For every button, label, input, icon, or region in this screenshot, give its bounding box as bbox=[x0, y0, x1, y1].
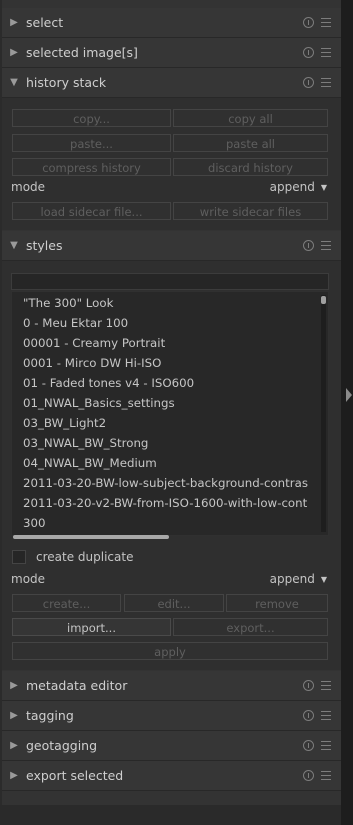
list-item[interactable]: 03_NWAL_BW_Strong bbox=[23, 436, 148, 450]
styles-list-vscroll[interactable] bbox=[321, 295, 326, 532]
presets-menu-icon[interactable] bbox=[317, 679, 334, 692]
history-mode-value: append bbox=[269, 180, 315, 194]
lighttable-right-panel: ▶ select ▶ selected image[s] ▼ history s… bbox=[2, 0, 341, 805]
section-tagging-title: tagging bbox=[26, 708, 74, 723]
create-duplicate-checkbox[interactable] bbox=[12, 550, 26, 564]
reset-icon[interactable] bbox=[300, 739, 317, 753]
reset-icon[interactable] bbox=[300, 76, 317, 90]
collapsed-triangle-icon: ▶ bbox=[10, 680, 18, 691]
presets-menu-icon[interactable] bbox=[317, 239, 334, 252]
styles-list-vscroll-thumb[interactable] bbox=[321, 296, 326, 304]
create-duplicate-label: create duplicate bbox=[36, 550, 134, 564]
styles-mode-dropdown[interactable]: append ▼ bbox=[270, 572, 327, 586]
bottom-strip bbox=[0, 805, 341, 825]
list-item[interactable]: 2011-03-20-BW-low-subject-background-con… bbox=[23, 476, 308, 490]
section-history-stack-header[interactable]: ▼ history stack bbox=[2, 68, 341, 98]
collapsed-triangle-icon: ▶ bbox=[10, 740, 18, 751]
copy-all-button[interactable]: copy all bbox=[173, 109, 328, 127]
collapse-panel-arrow-icon[interactable] bbox=[346, 388, 352, 402]
expanded-triangle-icon: ▼ bbox=[10, 77, 18, 88]
styles-mode-label: mode bbox=[11, 572, 46, 586]
section-tagging-header[interactable]: ▶ tagging bbox=[2, 701, 341, 731]
section-select-header[interactable]: ▶ select bbox=[2, 8, 341, 38]
list-item[interactable]: 03_BW_Light2 bbox=[23, 416, 106, 430]
edit-style-button[interactable]: edit... bbox=[124, 594, 224, 612]
presets-menu-icon[interactable] bbox=[317, 46, 334, 59]
reset-icon[interactable] bbox=[300, 239, 317, 253]
section-export-selected-header[interactable]: ▶ export selected bbox=[2, 761, 341, 791]
list-item[interactable]: "The 300" Look bbox=[23, 296, 113, 310]
reset-icon[interactable] bbox=[300, 46, 317, 60]
copy-button[interactable]: copy... bbox=[12, 109, 171, 127]
expanded-triangle-icon: ▼ bbox=[10, 240, 18, 251]
apply-style-button[interactable]: apply bbox=[12, 642, 328, 660]
list-item[interactable]: 01 - Faded tones v4 - ISO600 bbox=[23, 376, 194, 390]
styles-mode-value: append bbox=[269, 572, 315, 586]
list-item[interactable]: 0001 - Mirco DW Hi-ISO bbox=[23, 356, 161, 370]
caret-down-icon: ▼ bbox=[320, 575, 327, 584]
section-selected-images-title: selected image[s] bbox=[26, 45, 138, 60]
presets-menu-icon[interactable] bbox=[317, 739, 334, 752]
collapsed-triangle-icon: ▶ bbox=[10, 47, 18, 58]
presets-menu-icon[interactable] bbox=[317, 769, 334, 782]
reset-icon[interactable] bbox=[300, 709, 317, 723]
paste-button[interactable]: paste... bbox=[12, 134, 171, 152]
compress-history-button[interactable]: compress history bbox=[12, 158, 171, 176]
paste-all-button[interactable]: paste all bbox=[173, 134, 328, 152]
list-item[interactable]: 01_NWAL_Basics_settings bbox=[23, 396, 175, 410]
list-item[interactable]: 300 bbox=[23, 516, 46, 530]
section-selected-images-header[interactable]: ▶ selected image[s] bbox=[2, 38, 341, 68]
section-select-title: select bbox=[26, 15, 64, 30]
create-style-button[interactable]: create... bbox=[12, 594, 121, 612]
list-item[interactable]: 04_NWAL_BW_Medium bbox=[23, 456, 157, 470]
styles-search-input[interactable] bbox=[11, 273, 329, 290]
export-style-button[interactable]: export... bbox=[173, 618, 328, 636]
history-mode-label: mode bbox=[11, 180, 46, 194]
section-geotagging-header[interactable]: ▶ geotagging bbox=[2, 731, 341, 761]
collapsed-triangle-icon: ▶ bbox=[10, 17, 18, 28]
list-item[interactable]: 00001 - Creamy Portrait bbox=[23, 336, 165, 350]
load-sidecar-button[interactable]: load sidecar file... bbox=[12, 202, 171, 220]
discard-history-button[interactable]: discard history bbox=[173, 158, 328, 176]
section-geotagging-title: geotagging bbox=[26, 738, 98, 753]
section-history-stack-title: history stack bbox=[26, 75, 107, 90]
collapsed-triangle-icon: ▶ bbox=[10, 710, 18, 721]
section-styles-title: styles bbox=[26, 238, 63, 253]
remove-style-button[interactable]: remove bbox=[226, 594, 328, 612]
caret-down-icon: ▼ bbox=[320, 183, 327, 192]
section-metadata-editor-title: metadata editor bbox=[26, 678, 128, 693]
section-export-selected-title: export selected bbox=[26, 768, 124, 783]
presets-menu-icon[interactable] bbox=[317, 76, 334, 89]
presets-menu-icon[interactable] bbox=[317, 709, 334, 722]
reset-icon[interactable] bbox=[300, 769, 317, 783]
section-styles-header[interactable]: ▼ styles bbox=[2, 231, 341, 261]
reset-icon[interactable] bbox=[300, 16, 317, 30]
presets-menu-icon[interactable] bbox=[317, 16, 334, 29]
list-item[interactable]: 2011-03-20-v2-BW-from-ISO-1600-with-low-… bbox=[23, 496, 308, 510]
styles-list-hscroll-thumb[interactable] bbox=[13, 535, 169, 539]
section-metadata-editor-header[interactable]: ▶ metadata editor bbox=[2, 671, 341, 701]
panel-edge bbox=[341, 0, 353, 825]
write-sidecar-button[interactable]: write sidecar files bbox=[173, 202, 328, 220]
list-item[interactable]: 0 - Meu Ektar 100 bbox=[23, 316, 128, 330]
history-mode-dropdown[interactable]: append ▼ bbox=[270, 180, 327, 194]
collapsed-triangle-icon: ▶ bbox=[10, 770, 18, 781]
reset-icon[interactable] bbox=[300, 679, 317, 693]
import-style-button[interactable]: import... bbox=[12, 618, 171, 636]
